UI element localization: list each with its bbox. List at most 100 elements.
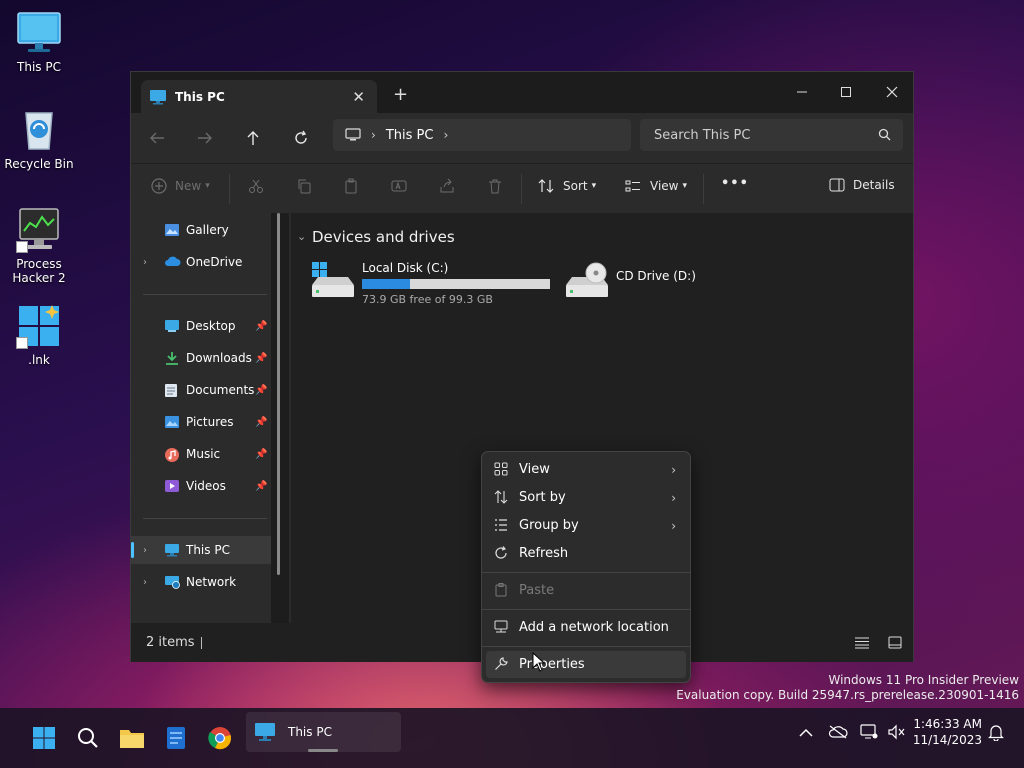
chevron-right-icon[interactable]: › <box>143 257 147 268</box>
context-menu: View › Sort by › Group by › Refresh Past… <box>481 451 691 683</box>
menu-item-label: Refresh <box>519 546 569 561</box>
sidebar-item-gallery[interactable]: Gallery <box>131 216 271 244</box>
sidebar-item-music[interactable]: Music 📌 <box>131 440 271 468</box>
sidebar-item-videos[interactable]: Videos 📌 <box>131 472 271 500</box>
copy-button[interactable] <box>296 178 312 194</box>
chevron-right-icon[interactable]: › <box>371 128 376 142</box>
chevron-right-icon[interactable]: › <box>143 545 147 556</box>
chevron-right-icon[interactable]: › <box>143 577 147 588</box>
details-button[interactable]: Details <box>829 178 895 192</box>
menu-item-view[interactable]: View › <box>486 456 686 483</box>
new-tab-button[interactable]: + <box>393 84 408 105</box>
chevron-right-icon[interactable]: › <box>443 128 448 142</box>
sidebar-item-downloads[interactable]: Downloads 📌 <box>131 344 271 372</box>
clipboard-icon <box>345 178 357 194</box>
sidebar-item-onedrive[interactable]: › OneDrive <box>131 248 271 276</box>
start-button[interactable] <box>24 718 64 758</box>
minimize-button[interactable] <box>779 78 825 106</box>
sidebar-item-desktop[interactable]: Desktop 📌 <box>131 312 271 340</box>
menu-item-refresh[interactable]: Refresh <box>486 540 686 567</box>
menu-item-add-network-location[interactable]: Add a network location <box>486 614 686 641</box>
chevron-down-icon: ▾ <box>205 181 210 191</box>
monitor-icon <box>149 89 167 105</box>
onedrive-tray-icon[interactable] <box>828 725 848 739</box>
system-clock[interactable]: 1:46:33 AM 11/14/2023 <box>912 716 982 748</box>
desktop-icon-lnk[interactable]: .lnk <box>1 303 77 367</box>
view-button[interactable]: View ▾ <box>625 178 687 194</box>
status-divider <box>201 637 202 649</box>
drive-usage-fill <box>362 279 411 289</box>
chevron-down-icon[interactable]: ⌄ <box>297 230 306 243</box>
network-monitor-icon <box>860 724 878 739</box>
delete-button[interactable] <box>487 178 503 194</box>
tiles-view-icon[interactable] <box>888 636 902 649</box>
desktop-icon-process-hacker[interactable]: Process Hacker 2 <box>1 207 77 285</box>
sidebar-item-documents[interactable]: Documents 📌 <box>131 376 271 404</box>
back-button[interactable] <box>143 125 171 151</box>
menu-item-paste[interactable]: Paste <box>486 577 686 604</box>
drive-cd-d[interactable]: CD Drive (D:) <box>564 261 696 301</box>
tab-this-pc[interactable]: This PC ✕ <box>141 80 377 113</box>
more-options-button[interactable]: ••• <box>721 176 749 191</box>
sidebar-item-pictures[interactable]: Pictures 📌 <box>131 408 271 436</box>
search-button[interactable] <box>68 718 108 758</box>
breadcrumb-this-pc[interactable]: This PC <box>386 128 434 143</box>
section-header-devices-and-drives[interactable]: Devices and drives <box>312 228 455 246</box>
pictures-icon <box>164 415 180 429</box>
menu-item-properties[interactable]: Properties <box>486 651 686 678</box>
app-taskbar-button[interactable] <box>156 718 196 758</box>
sidebar-item-this-pc[interactable]: › This PC <box>131 536 271 564</box>
sidebar-item-label: Videos <box>186 479 226 493</box>
mouse-cursor-icon <box>532 652 545 672</box>
chevron-up-icon <box>799 728 813 737</box>
sort-button-label: Sort <box>563 179 588 193</box>
pin-icon[interactable]: 📌 <box>255 481 267 492</box>
arrow-left-icon <box>150 132 164 144</box>
pin-icon[interactable]: 📌 <box>255 417 267 428</box>
speaker-muted-icon <box>888 724 905 740</box>
notifications-button[interactable] <box>988 724 1004 741</box>
up-button[interactable] <box>239 125 267 151</box>
desktop-icon-this-pc[interactable]: This PC <box>1 10 77 74</box>
pin-icon[interactable]: 📌 <box>255 353 267 364</box>
menu-separator <box>482 646 690 647</box>
desktop-icon-label: Process Hacker 2 <box>12 257 66 285</box>
file-explorer-taskbar-button[interactable] <box>112 718 152 758</box>
menu-item-group-by[interactable]: Group by › <box>486 512 686 539</box>
drive-local-disk-c[interactable]: Local Disk (C:) 73.9 GB free of 99.3 GB <box>310 261 550 306</box>
menu-item-sort-by[interactable]: Sort by › <box>486 484 686 511</box>
desktop-icon-recycle-bin[interactable]: Recycle Bin <box>1 107 77 171</box>
sidebar-item-network[interactable]: › Network <box>131 568 271 596</box>
chevron-right-icon: › <box>671 462 676 477</box>
rename-button[interactable] <box>391 178 407 194</box>
monitor-icon <box>345 128 361 142</box>
details-view-icon[interactable] <box>854 637 870 649</box>
this-pc-taskbar-button[interactable]: This PC <box>246 712 401 752</box>
pin-icon[interactable]: 📌 <box>255 385 267 396</box>
clock-date: 11/14/2023 <box>912 733 982 747</box>
cut-button[interactable] <box>248 178 264 194</box>
address-bar[interactable]: › This PC › <box>333 119 631 151</box>
close-window-button[interactable] <box>869 78 915 106</box>
new-button[interactable]: New ▾ <box>151 178 210 194</box>
taskbar: This PC <box>0 708 1024 768</box>
hard-drive-icon <box>310 261 356 301</box>
volume-tray-icon[interactable] <box>888 724 906 740</box>
forward-button[interactable] <box>191 125 219 151</box>
process-hacker-icon <box>16 207 62 253</box>
maximize-button[interactable] <box>823 78 869 106</box>
windows-start-icon <box>33 727 55 749</box>
pin-icon[interactable]: 📌 <box>255 449 267 460</box>
sort-button[interactable]: Sort ▾ <box>538 178 596 194</box>
share-button[interactable] <box>439 178 455 194</box>
network-tray-icon[interactable] <box>860 724 878 740</box>
paste-button[interactable] <box>343 178 359 194</box>
close-tab-button[interactable]: ✕ <box>352 88 365 106</box>
show-hidden-icons-button[interactable] <box>799 728 813 738</box>
search-box[interactable]: Search This PC <box>640 119 903 151</box>
pin-icon[interactable]: 📌 <box>255 321 267 332</box>
sidebar-scrollbar-thumb[interactable] <box>277 213 280 575</box>
chrome-taskbar-button[interactable] <box>200 718 240 758</box>
refresh-button[interactable] <box>287 125 315 151</box>
sidebar-scrollbar[interactable] <box>271 213 289 623</box>
